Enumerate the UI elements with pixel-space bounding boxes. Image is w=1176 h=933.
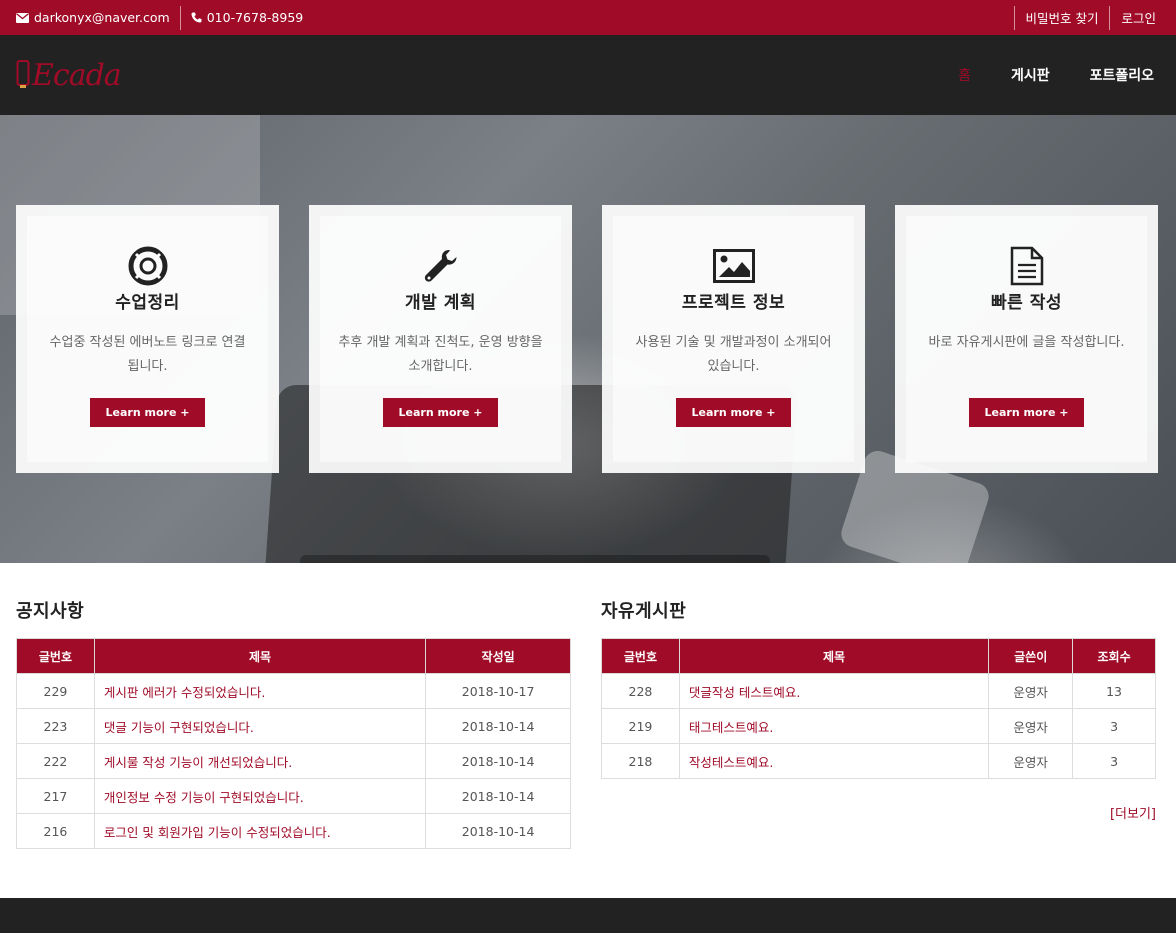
- column-header: 조회수: [1072, 638, 1156, 674]
- nav-home[interactable]: 홈: [958, 65, 971, 85]
- phone-icon: [191, 12, 202, 23]
- post-date: 2018-10-14: [425, 743, 571, 779]
- card-description: 바로 자유게시판에 글을 작성합니다.: [928, 335, 1125, 350]
- post-views: 13: [1072, 673, 1156, 709]
- card-description: 추후 개발 계획과 진척도, 운영 방향을 소개합니다.: [338, 335, 543, 374]
- post-author: 운영자: [988, 743, 1074, 779]
- post-number: 229: [16, 673, 95, 709]
- card-description: 수업중 작성된 에버노트 링크로 연결됩니다.: [49, 335, 246, 374]
- notice-section: 공지사항 글번호 제목 작성일 229 게시판 에러가 수정되었습니다. 201…: [16, 597, 571, 849]
- post-title-link[interactable]: 게시물 작성 기능이 개선되었습니다.: [93, 743, 427, 779]
- column-header: 제목: [93, 638, 427, 674]
- site-logo[interactable]: Ecada: [16, 57, 122, 93]
- post-number: 218: [601, 743, 680, 779]
- post-number: 228: [601, 673, 680, 709]
- login-link[interactable]: 로그인: [1109, 5, 1160, 30]
- find-password-link[interactable]: 비밀번호 찾기: [1013, 5, 1110, 30]
- learn-more-button[interactable]: Learn more +: [90, 398, 205, 427]
- post-title-link[interactable]: 개인정보 수정 기능이 구현되었습니다.: [93, 778, 427, 814]
- post-number: 217: [16, 778, 95, 814]
- nav-portfolio[interactable]: 포트폴리오: [1090, 65, 1154, 85]
- document-icon: [1010, 246, 1044, 286]
- notice-table: 글번호 제목 작성일 229 게시판 에러가 수정되었습니다. 2018-10-…: [16, 638, 571, 849]
- post-title-link[interactable]: 로그인 및 회원가입 기능이 수정되었습니다.: [93, 813, 427, 849]
- life-ring-icon: [128, 246, 168, 286]
- learn-more-button[interactable]: Learn more +: [383, 398, 498, 427]
- column-header: 제목: [678, 638, 990, 674]
- table-row: 223 댓글 기능이 구현되었습니다. 2018-10-14: [16, 708, 571, 744]
- post-title-link[interactable]: 게시판 에러가 수정되었습니다.: [93, 673, 427, 709]
- card-title: 개발 계획: [405, 293, 476, 313]
- table-row: 228 댓글작성 테스트예요. 운영자 13: [601, 673, 1156, 709]
- main-nav: Ecada 홈 게시판 포트폴리오: [0, 35, 1176, 115]
- card-title: 수업정리: [115, 293, 180, 313]
- table-row: 217 개인정보 수정 기능이 구현되었습니다. 2018-10-14: [16, 778, 571, 814]
- post-title-link[interactable]: 댓글 기능이 구현되었습니다.: [93, 708, 427, 744]
- learn-more-button[interactable]: Learn more +: [969, 398, 1084, 427]
- card-project-info: 프로젝트 정보 사용된 기술 및 개발과정이 소개되어 있습니다. Learn …: [602, 205, 865, 473]
- post-date: 2018-10-14: [425, 813, 571, 849]
- post-views: 3: [1072, 708, 1156, 744]
- free-board-section: 자유게시판 글번호 제목 글쓴이 조회수 228 댓글작성 테스트예요. 운영자…: [601, 597, 1156, 849]
- post-number: 216: [16, 813, 95, 849]
- contact-email: darkonyx@naver.com: [16, 6, 170, 30]
- footer: [0, 898, 1176, 933]
- post-date: 2018-10-14: [425, 778, 571, 814]
- post-number: 222: [16, 743, 95, 779]
- image-icon: [712, 246, 755, 286]
- post-date: 2018-10-17: [425, 673, 571, 709]
- phone-text: 010-7678-8959: [206, 10, 304, 25]
- envelope-icon: [16, 12, 29, 23]
- card-title: 프로젝트 정보: [681, 293, 786, 313]
- column-header: 작성일: [425, 638, 571, 674]
- table-row: 218 작성테스트예요. 운영자 3: [601, 743, 1156, 779]
- email-text: darkonyx@naver.com: [34, 10, 170, 25]
- column-header: 글쓴이: [988, 638, 1074, 674]
- pencil-logo-icon: [16, 60, 30, 90]
- table-row: 216 로그인 및 회원가입 기능이 수정되었습니다. 2018-10-14: [16, 813, 571, 849]
- card-title: 빠른 작성: [991, 293, 1062, 313]
- post-author: 운영자: [988, 708, 1074, 744]
- table-row: 219 태그테스트예요. 운영자 3: [601, 708, 1156, 744]
- card-dev-plan: 개발 계획 추후 개발 계획과 진척도, 운영 방향을 소개합니다. Learn…: [309, 205, 572, 473]
- logo-text: Ecada: [32, 57, 122, 93]
- post-number: 223: [16, 708, 95, 744]
- free-board-title: 자유게시판: [601, 601, 687, 622]
- post-title-link[interactable]: 작성테스트예요.: [678, 743, 990, 779]
- column-header: 글번호: [601, 638, 680, 674]
- contact-phone: 010-7678-8959: [191, 6, 304, 30]
- wrench-icon: [422, 246, 460, 286]
- post-title-link[interactable]: 댓글작성 테스트예요.: [678, 673, 990, 709]
- card-class-notes: 수업정리 수업중 작성된 에버노트 링크로 연결됩니다. Learn more …: [16, 205, 279, 473]
- post-date: 2018-10-14: [425, 708, 571, 744]
- post-title-link[interactable]: 태그테스트예요.: [678, 708, 990, 744]
- card-quick-write: 빠른 작성 바로 자유게시판에 글을 작성합니다. Learn more +: [895, 205, 1158, 473]
- column-header: 글번호: [16, 638, 95, 674]
- card-description: 사용된 기술 및 개발과정이 소개되어 있습니다.: [635, 335, 832, 374]
- top-bar: darkonyx@naver.com 010-7678-8959 비밀번호 찾기…: [0, 0, 1176, 35]
- more-link[interactable]: [더보기]: [601, 803, 1156, 822]
- post-author: 운영자: [988, 673, 1074, 709]
- notice-title: 공지사항: [16, 601, 85, 622]
- post-number: 219: [601, 708, 680, 744]
- learn-more-button[interactable]: Learn more +: [676, 398, 791, 427]
- hero-banner: 수업정리 수업중 작성된 에버노트 링크로 연결됩니다. Learn more …: [0, 115, 1176, 563]
- table-row: 229 게시판 에러가 수정되었습니다. 2018-10-17: [16, 673, 571, 709]
- post-views: 3: [1072, 743, 1156, 779]
- free-board-table: 글번호 제목 글쓴이 조회수 228 댓글작성 테스트예요. 운영자 13 21…: [601, 638, 1156, 779]
- nav-board[interactable]: 게시판: [1011, 65, 1050, 85]
- table-row: 222 게시물 작성 기능이 개선되었습니다. 2018-10-14: [16, 743, 571, 779]
